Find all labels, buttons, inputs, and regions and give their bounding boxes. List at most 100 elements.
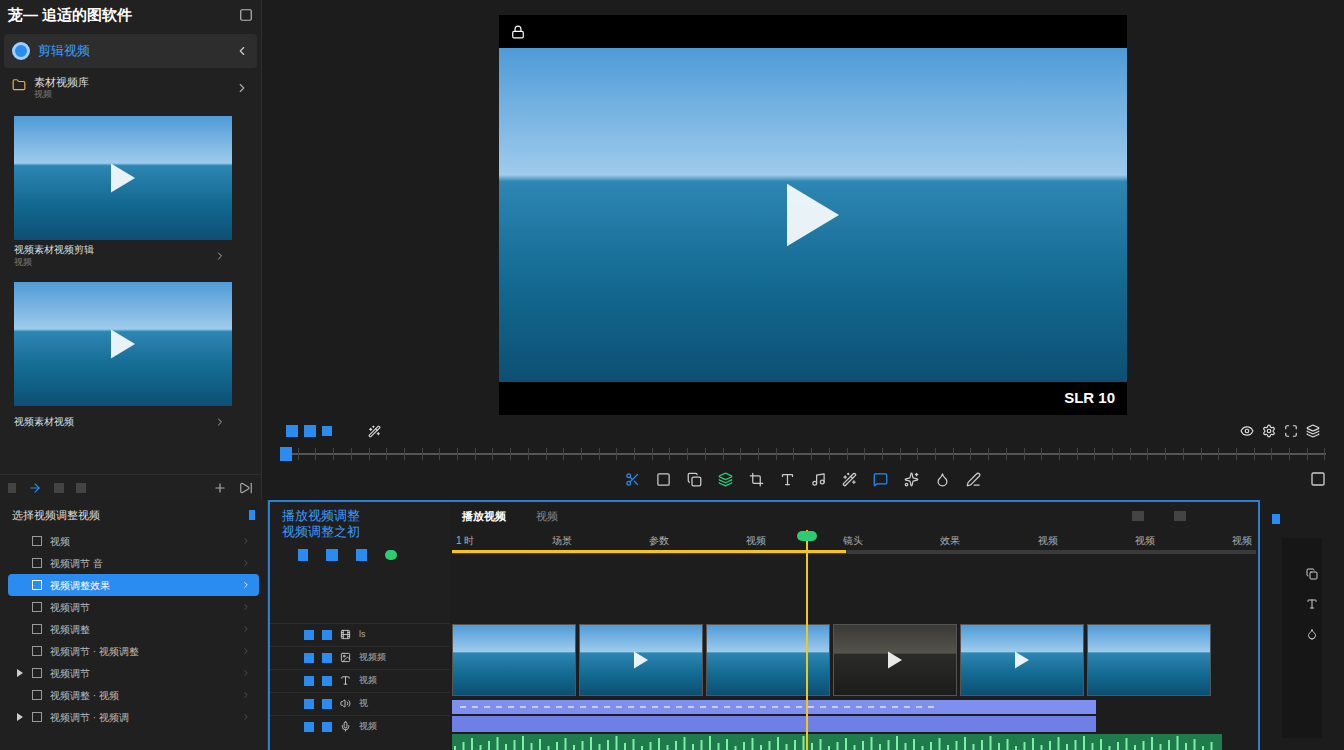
- audio-track[interactable]: [452, 716, 1096, 732]
- track-lock-icon[interactable]: [322, 722, 332, 732]
- chevron-icon[interactable]: [241, 646, 251, 656]
- track-lock-icon[interactable]: [322, 630, 332, 640]
- expand-icon[interactable]: [16, 581, 24, 589]
- play-icon[interactable]: [634, 651, 648, 669]
- expand-icon[interactable]: [16, 713, 24, 721]
- expand-icon[interactable]: [1310, 471, 1326, 487]
- tree-item[interactable]: 视频调节: [8, 596, 259, 618]
- library-row[interactable]: 素材视频库视频: [0, 68, 261, 108]
- chevron-icon[interactable]: [241, 602, 251, 612]
- video-clip[interactable]: [960, 624, 1084, 696]
- pen-icon[interactable]: [1272, 514, 1280, 524]
- track-header[interactable]: 视: [270, 692, 450, 715]
- flag-icon[interactable]: [298, 549, 308, 561]
- settings-icon[interactable]: [1262, 424, 1276, 438]
- play-icon[interactable]: [1015, 651, 1029, 669]
- expand-icon[interactable]: [16, 603, 24, 611]
- tree-item[interactable]: 视频: [8, 530, 259, 552]
- scrubber-handle[interactable]: [280, 447, 292, 461]
- expand-icon[interactable]: [16, 537, 24, 545]
- chevron-icon[interactable]: [241, 690, 251, 700]
- timeline-tab[interactable]: 视频: [536, 508, 558, 525]
- tool-icon[interactable]: [935, 472, 950, 487]
- media-card[interactable]: 视频素材视频: [14, 282, 232, 434]
- media-thumbnail[interactable]: [14, 282, 232, 406]
- track-lock-icon[interactable]: [322, 676, 332, 686]
- scrubber[interactable]: [280, 444, 1326, 464]
- tool-icon[interactable]: [625, 472, 640, 487]
- track-header[interactable]: 视频: [270, 715, 450, 738]
- track-toggle-icon[interactable]: [304, 630, 314, 640]
- tool-icon[interactable]: [687, 472, 702, 487]
- zoom-icon[interactable]: [1132, 511, 1144, 521]
- tool-icon[interactable]: [904, 472, 919, 487]
- tool-icon[interactable]: [811, 472, 826, 487]
- expand-icon[interactable]: [16, 559, 24, 567]
- expand-icon[interactable]: [16, 669, 24, 677]
- video-clip[interactable]: [452, 624, 576, 696]
- grid-icon[interactable]: [54, 483, 64, 493]
- track-lock-icon[interactable]: [322, 653, 332, 663]
- tree-item[interactable]: 视频调节: [8, 662, 259, 684]
- pin-icon[interactable]: [249, 510, 255, 520]
- track-toggle-icon[interactable]: [304, 722, 314, 732]
- timeline-tab[interactable]: 播放视频: [462, 508, 506, 525]
- effects-icon[interactable]: [368, 425, 381, 438]
- ruler[interactable]: 1 时场景参数视频镜头效果视频视频视频: [450, 530, 1258, 550]
- media-thumbnail[interactable]: [14, 116, 232, 240]
- audio-track[interactable]: [452, 700, 1096, 714]
- tool-icon[interactable]: [749, 472, 764, 487]
- link-icon[interactable]: [385, 550, 397, 560]
- expand-icon[interactable]: [16, 625, 24, 633]
- play-icon[interactable]: [111, 163, 135, 193]
- play-icon[interactable]: [888, 651, 902, 669]
- mark-out-icon[interactable]: [304, 425, 316, 437]
- media-card[interactable]: 视频素材视频剪辑视频: [14, 116, 232, 268]
- video-clip[interactable]: [1087, 624, 1211, 696]
- track-header[interactable]: 视频频: [270, 646, 450, 669]
- chevron-icon[interactable]: [214, 416, 226, 428]
- chevron-icon[interactable]: [241, 668, 251, 678]
- tool-icon[interactable]: [656, 472, 671, 487]
- menu-icon[interactable]: [8, 483, 16, 493]
- color-icon[interactable]: [1306, 628, 1318, 640]
- expand-icon[interactable]: [16, 691, 24, 699]
- playhead[interactable]: [806, 530, 808, 750]
- tree-item[interactable]: 视频调节 · 视频调整: [8, 640, 259, 662]
- waveform-icon[interactable]: [452, 734, 1222, 750]
- track-toggle-icon[interactable]: [304, 699, 314, 709]
- chevron-icon[interactable]: [241, 624, 251, 634]
- chevron-icon[interactable]: [241, 712, 251, 722]
- lock-icon[interactable]: [511, 25, 525, 39]
- copy-icon[interactable]: [1306, 568, 1318, 580]
- tool-icon[interactable]: [966, 472, 981, 487]
- chevron-icon[interactable]: [241, 536, 251, 546]
- marker-icon[interactable]: [322, 426, 332, 436]
- video-clip[interactable]: [579, 624, 703, 696]
- chevron-icon[interactable]: [214, 250, 226, 262]
- zoom-icon[interactable]: [1174, 511, 1186, 521]
- tree-item[interactable]: 视频调整效果: [8, 574, 259, 596]
- filter-icon[interactable]: [326, 549, 338, 561]
- import-icon[interactable]: [28, 481, 42, 495]
- window-icon[interactable]: [239, 8, 253, 22]
- layout-icon[interactable]: [1306, 424, 1320, 438]
- tree-item[interactable]: 视频调节 音: [8, 552, 259, 574]
- chevron-icon[interactable]: [241, 580, 251, 590]
- track-lock-icon[interactable]: [322, 699, 332, 709]
- collapse-icon[interactable]: [235, 44, 249, 58]
- tool-icon[interactable]: [842, 472, 857, 487]
- video-clip[interactable]: [833, 624, 957, 696]
- expand-icon[interactable]: [16, 647, 24, 655]
- tree-item[interactable]: 视频调节 · 视频调: [8, 706, 259, 728]
- chevron-icon[interactable]: [241, 558, 251, 568]
- chevron-icon[interactable]: [235, 81, 249, 95]
- tree-item[interactable]: 视频调整 · 视频: [8, 684, 259, 706]
- track-toggle-icon[interactable]: [304, 676, 314, 686]
- track-header[interactable]: ls: [270, 623, 450, 646]
- track-toggle-icon[interactable]: [304, 653, 314, 663]
- track-header[interactable]: 视频: [270, 669, 450, 692]
- play-icon[interactable]: [111, 329, 135, 359]
- fullscreen-icon[interactable]: [1284, 424, 1298, 438]
- text-icon[interactable]: [1306, 598, 1318, 610]
